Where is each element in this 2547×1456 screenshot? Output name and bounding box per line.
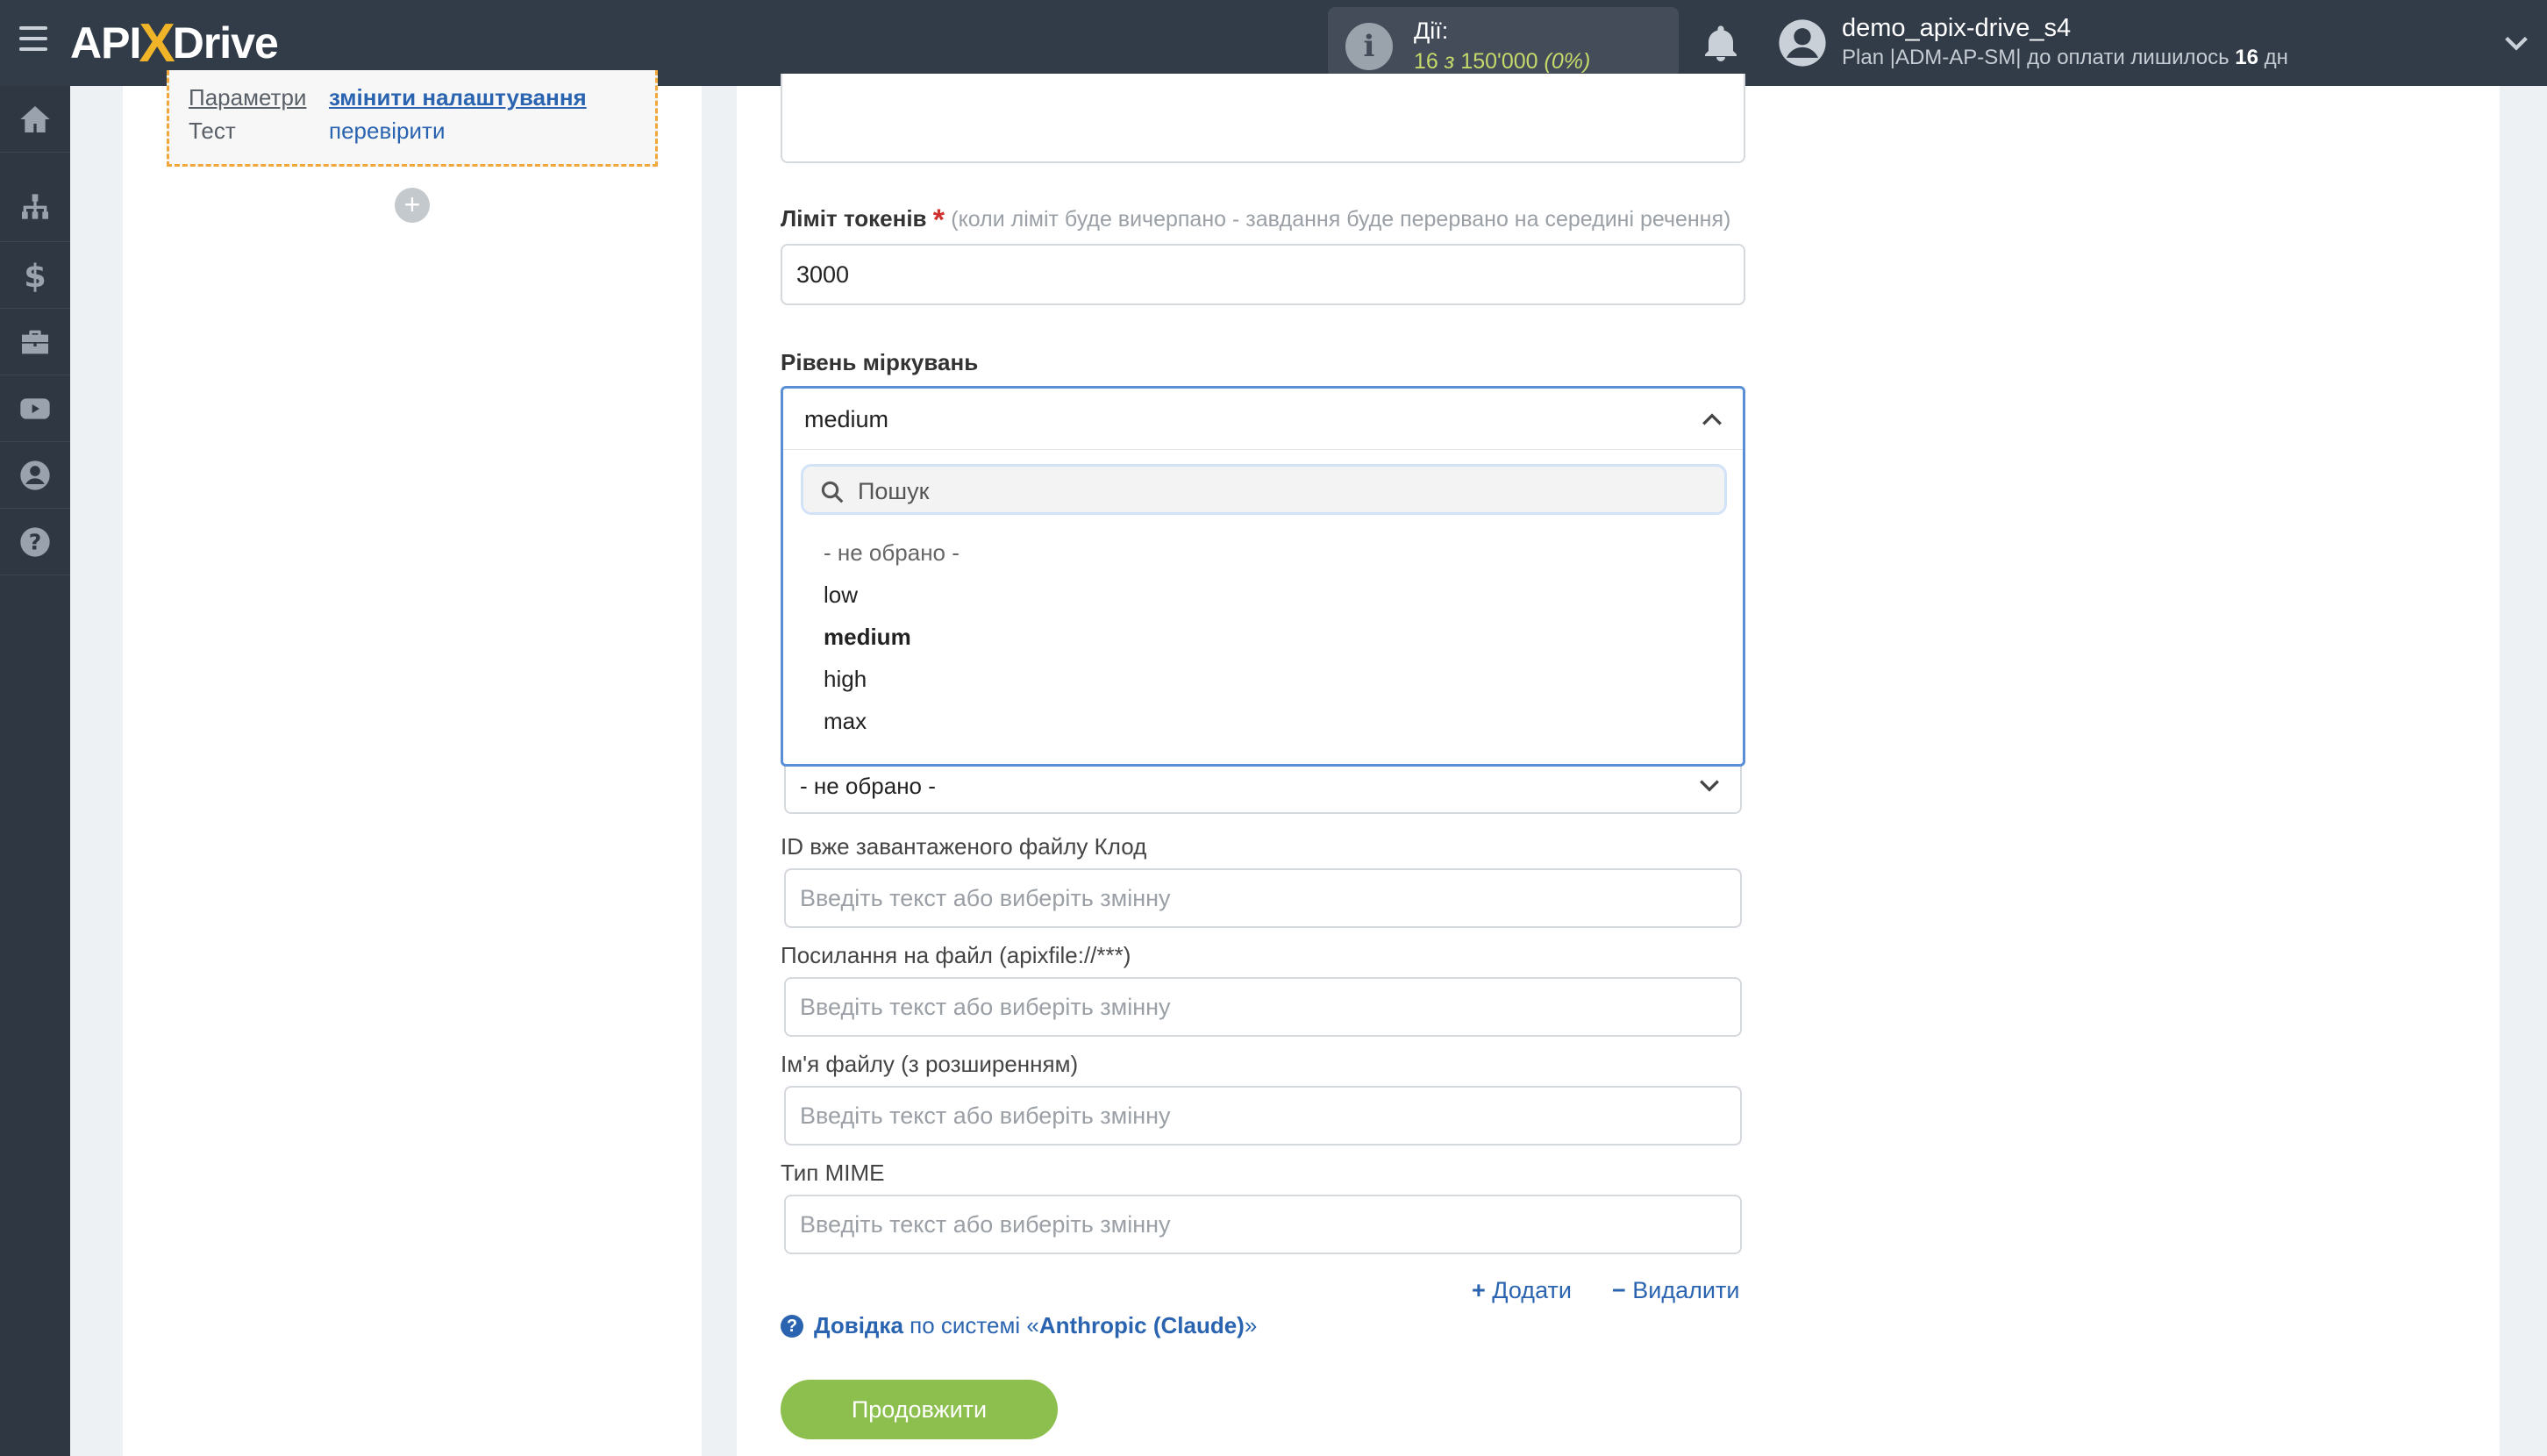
help-link[interactable]: ? Довідка по системі «Anthropic (Claude)… bbox=[781, 1312, 1257, 1339]
actions-value: 16 з 150'000 (0%) bbox=[1414, 49, 1590, 75]
actions-limit: 150'000 bbox=[1460, 49, 1538, 74]
step-row-test: Тест перевірити bbox=[189, 118, 445, 145]
chevron-down-icon bbox=[1700, 780, 1719, 792]
actions-of: з bbox=[1444, 49, 1455, 74]
sidebar-item-videos[interactable] bbox=[0, 375, 70, 442]
text-area[interactable] bbox=[781, 74, 1745, 163]
option-low[interactable]: low bbox=[824, 582, 858, 609]
actions-counter[interactable]: i Дії: 16 з 150'000 (0%) bbox=[1328, 7, 1679, 77]
plan-days-unit: дн bbox=[2264, 46, 2288, 69]
file-id-placeholder: Введіть текст або виберіть змінну bbox=[800, 884, 1171, 911]
question-icon: ? bbox=[781, 1314, 803, 1338]
actions-count: 16 bbox=[1414, 49, 1438, 74]
add-label: Додати bbox=[1492, 1277, 1572, 1303]
params-label: Параметри bbox=[189, 84, 307, 111]
info-icon: i bbox=[1345, 23, 1393, 70]
file-link-label: Посилання на файл (apixfile://***) bbox=[781, 942, 1131, 968]
add-button[interactable]: + Додати bbox=[1472, 1277, 1572, 1304]
actions-title: Дії: bbox=[1414, 18, 1449, 44]
avatar[interactable] bbox=[1777, 18, 1828, 68]
help-bold: Довідка bbox=[814, 1312, 903, 1338]
required-marker: * bbox=[932, 203, 945, 237]
reasoning-dropdown[interactable]: medium Пошук - не обрано - low medium hi… bbox=[781, 386, 1745, 767]
step-card: Параметри змінити налаштування Тест переві… bbox=[167, 70, 658, 167]
reasoning-select-head[interactable]: medium bbox=[783, 389, 1743, 450]
user-icon bbox=[20, 460, 50, 490]
username[interactable]: demo_apix-drive_s4 bbox=[1842, 14, 2071, 43]
sidebar-item-help[interactable]: ? bbox=[0, 509, 70, 575]
test-label: Тест bbox=[189, 118, 236, 144]
file-name-label: Ім'я файлу (з розширенням) bbox=[781, 1051, 1079, 1077]
help-icon: ? bbox=[20, 526, 50, 557]
search-placeholder: Пошук bbox=[858, 478, 930, 504]
svg-text:$: $ bbox=[24, 258, 46, 293]
search-icon bbox=[821, 481, 844, 503]
option-none[interactable]: - не обрано - bbox=[824, 539, 960, 567]
option-high[interactable]: high bbox=[824, 666, 867, 693]
briefcase-icon bbox=[22, 330, 48, 353]
add-step-button[interactable]: + bbox=[395, 188, 430, 223]
plan-days: 16 bbox=[2235, 46, 2258, 69]
mime-label: Тип MIME bbox=[781, 1160, 885, 1186]
sidebar-item-connections[interactable] bbox=[0, 175, 70, 242]
help-text: по системі « bbox=[910, 1312, 1039, 1338]
file-link-input[interactable]: Введіть текст або виберіть змінну bbox=[784, 977, 1742, 1037]
sitemap-icon bbox=[22, 193, 48, 219]
minus-icon: − bbox=[1612, 1277, 1626, 1303]
sidebar-item-billing[interactable]: $ bbox=[0, 242, 70, 309]
sidebar-item-home[interactable] bbox=[0, 86, 70, 153]
help-close: » bbox=[1244, 1312, 1258, 1338]
chevron-up-icon bbox=[1702, 413, 1722, 425]
plan-info: Plan |ADM-AP-SM| до оплати лишилось 16 д… bbox=[1842, 46, 2288, 70]
step-row-params: Параметри змінити налаштування bbox=[189, 84, 587, 111]
steps-panel bbox=[123, 86, 702, 1456]
search-input[interactable]: Пошук bbox=[801, 464, 1727, 515]
token-limit-hint: (коли ліміт буде вичерпано - завдання бу… bbox=[951, 207, 1731, 232]
apix-drive-logo[interactable]: API X Drive bbox=[70, 12, 279, 74]
token-limit-input[interactable]: 3000 bbox=[781, 244, 1745, 305]
menu-icon[interactable] bbox=[19, 26, 51, 58]
token-limit-label-text: Ліміт токенів bbox=[781, 205, 927, 232]
continue-button[interactable]: Продовжити bbox=[781, 1380, 1058, 1439]
change-settings-link[interactable]: змінити налаштування bbox=[329, 84, 587, 111]
token-limit-label: Ліміт токенів * (коли ліміт буде вичерпа… bbox=[781, 203, 1730, 238]
sidebar-item-profile[interactable] bbox=[0, 442, 70, 509]
dollar-icon: $ bbox=[24, 258, 46, 293]
file-link-placeholder: Введіть текст або виберіть змінну bbox=[800, 993, 1171, 1020]
plan-text: Plan |ADM-AP-SM| до оплати лишилось bbox=[1842, 46, 2230, 69]
hidden-select-value: - не обрано - bbox=[800, 772, 936, 799]
test-link[interactable]: перевірити bbox=[329, 118, 445, 144]
logo-text-x: X bbox=[139, 12, 175, 74]
help-system: Anthropic (Claude) bbox=[1038, 1312, 1245, 1338]
token-limit-value: 3000 bbox=[796, 261, 850, 288]
file-name-input[interactable]: Введіть текст або виберіть змінну bbox=[784, 1086, 1742, 1146]
remove-label: Видалити bbox=[1632, 1277, 1740, 1303]
plus-icon: + bbox=[1472, 1277, 1486, 1303]
file-id-label: ID вже завантаженого файлу Клод bbox=[781, 833, 1147, 860]
svg-text:?: ? bbox=[29, 529, 42, 554]
chevron-down-icon[interactable] bbox=[2501, 28, 2531, 58]
sidebar-item-services[interactable] bbox=[0, 309, 70, 375]
reasoning-label: Рівень міркувань bbox=[781, 349, 979, 375]
reasoning-selected-value: medium bbox=[804, 406, 889, 432]
file-name-placeholder: Введіть текст або виберіть змінну bbox=[800, 1102, 1171, 1129]
bell-icon[interactable] bbox=[1700, 23, 1742, 65]
home-icon bbox=[20, 105, 50, 132]
logo-text-api: API bbox=[70, 18, 141, 68]
sidebar: $ ? bbox=[0, 86, 70, 1456]
logo-text-drive: Drive bbox=[172, 18, 279, 68]
youtube-icon bbox=[20, 397, 50, 419]
file-id-input[interactable]: Введіть текст або виберіть змінну bbox=[784, 868, 1742, 928]
remove-button[interactable]: − Видалити bbox=[1612, 1277, 1739, 1304]
actions-percent: (0%) bbox=[1544, 49, 1591, 74]
mime-placeholder: Введіть текст або виберіть змінну bbox=[800, 1210, 1171, 1238]
option-max[interactable]: max bbox=[824, 708, 867, 735]
option-medium[interactable]: medium bbox=[824, 624, 911, 651]
mime-input[interactable]: Введіть текст або виберіть змінну bbox=[784, 1195, 1742, 1254]
